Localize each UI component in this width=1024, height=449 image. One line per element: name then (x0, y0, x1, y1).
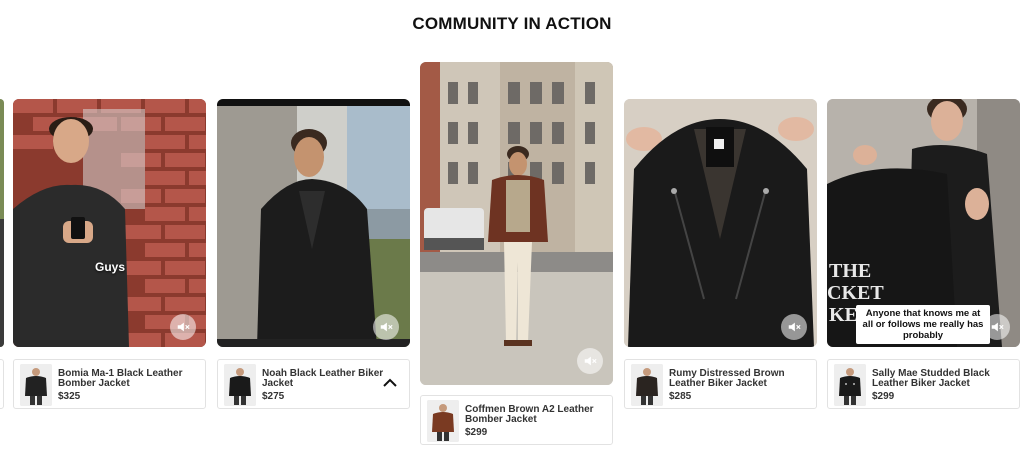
video-caption-5: Anyone that knows me at all or follows m… (856, 305, 990, 344)
speaker-muted-icon (584, 356, 597, 366)
product-name: Bomia Ma-1 Black Leather Bomber Jacket (58, 368, 183, 389)
product-thumbnail (224, 364, 256, 406)
product-thumbnail (427, 400, 459, 442)
product-price: $275 (262, 391, 285, 402)
product-thumbnail (834, 364, 866, 406)
svg-text:THE: THE (829, 260, 871, 282)
chevron-up-icon[interactable] (383, 378, 397, 388)
video-frame-street (420, 62, 613, 385)
video-card-2[interactable] (217, 99, 410, 347)
partial-product-left[interactable] (0, 359, 4, 409)
speaker-muted-icon (177, 322, 190, 332)
partial-video-left[interactable] (0, 99, 4, 347)
mute-button-5[interactable] (984, 314, 1010, 340)
mute-button-1[interactable] (170, 314, 196, 340)
speaker-muted-icon (380, 322, 393, 332)
video-frame-balcony (217, 99, 410, 347)
video-caption-1: Guys (95, 260, 126, 274)
product-name: Coffmen Brown A2 Leather Bomber Jacket (465, 404, 594, 425)
product-card-4[interactable]: Rumy Distressed Brown Leather Biker Jack… (624, 359, 817, 409)
mute-button-2[interactable] (373, 314, 399, 340)
product-name: Rumy Distressed Brown Leather Biker Jack… (669, 368, 785, 389)
speaker-muted-icon (991, 322, 1004, 332)
product-thumbnail (631, 364, 663, 406)
product-name: Noah Black Leather Biker Jacket (262, 368, 384, 389)
product-name: Sally Mae Studded Black Leather Biker Ja… (872, 368, 990, 389)
product-card-3[interactable]: Coffmen Brown A2 Leather Bomber Jacket $… (420, 395, 613, 445)
video-frame-jacket-hanger (624, 99, 817, 347)
product-card-2[interactable]: Noah Black Leather Biker Jacket $275 (217, 359, 410, 409)
product-card-1[interactable]: Bomia Ma-1 Black Leather Bomber Jacket $… (13, 359, 206, 409)
speaker-muted-icon (788, 322, 801, 332)
section-title: COMMUNITY IN ACTION (412, 14, 612, 33)
product-thumbnail (20, 364, 52, 406)
svg-text:KE: KE (829, 304, 858, 326)
mute-button-4[interactable] (781, 314, 807, 340)
product-card-5[interactable]: Sally Mae Studded Black Leather Biker Ja… (827, 359, 1020, 409)
product-price: $299 (872, 391, 895, 402)
product-price: $299 (465, 427, 488, 438)
svg-text:CKET: CKET (827, 282, 884, 304)
video-frame-brick-wall (13, 99, 206, 347)
mute-button-3[interactable] (577, 348, 603, 374)
product-price: $285 (669, 391, 692, 402)
video-card-1[interactable] (13, 99, 206, 347)
video-card-3[interactable] (420, 62, 613, 385)
product-price: $325 (58, 391, 81, 402)
video-card-4[interactable] (624, 99, 817, 347)
